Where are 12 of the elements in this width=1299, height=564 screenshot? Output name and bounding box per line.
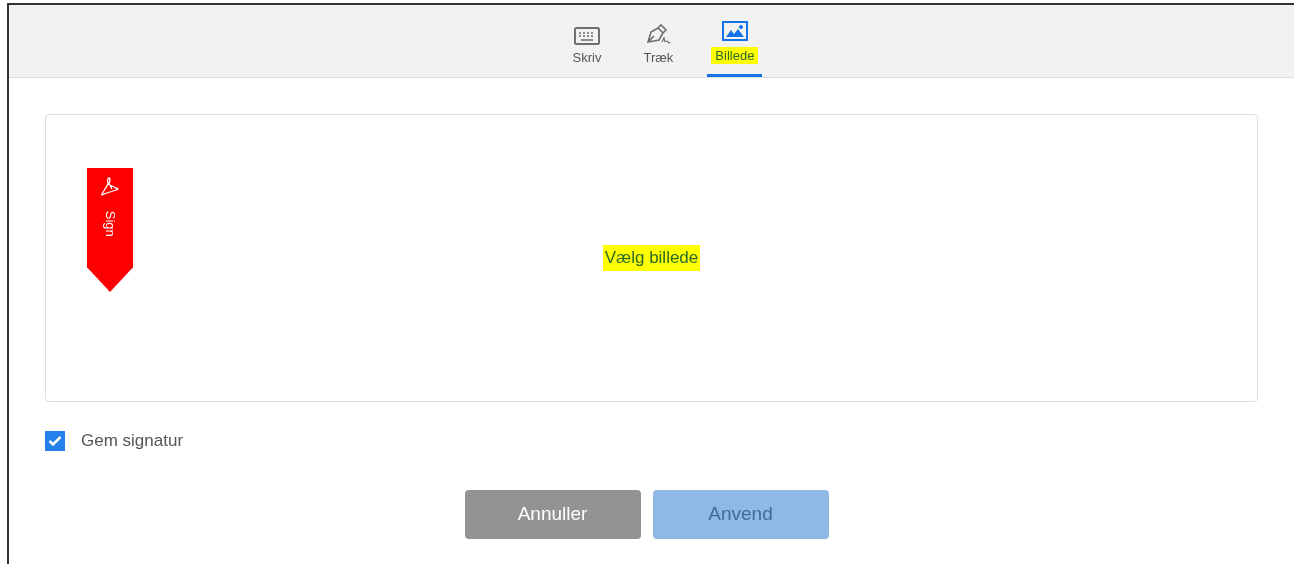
tab[interactable]: Skriv: [564, 27, 610, 77]
tab[interactable]: Træk: [635, 23, 682, 77]
choose-image-link[interactable]: Vælg billede: [602, 245, 701, 271]
tab[interactable]: Billede: [707, 21, 763, 77]
acrobat-logo-icon: [99, 176, 121, 198]
checkbox-label: Gem signatur: [81, 430, 184, 452]
pen-icon: [645, 23, 672, 45]
image-icon: [721, 21, 748, 41]
sign-badge: Sign: [87, 168, 133, 292]
checkbox[interactable]: [45, 430, 65, 451]
keyboard-icon: [574, 27, 601, 45]
image-drop-zone[interactable]: Sign Vælg billede: [45, 114, 1258, 402]
